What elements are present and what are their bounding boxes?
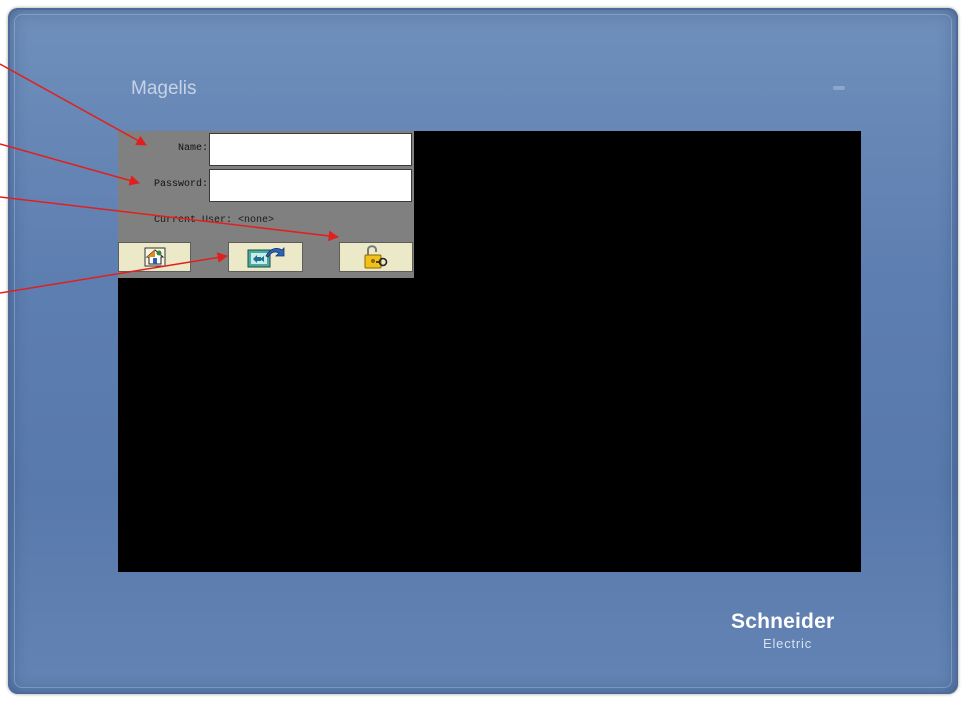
password-label: Password: bbox=[153, 179, 208, 190]
transfer-button[interactable] bbox=[228, 242, 303, 272]
unlock-button[interactable] bbox=[339, 242, 413, 272]
name-label: Name: bbox=[177, 143, 208, 154]
home-button[interactable] bbox=[118, 242, 191, 272]
home-icon bbox=[144, 247, 165, 267]
status-led bbox=[833, 86, 845, 90]
brand-label: Magelis bbox=[131, 78, 197, 99]
login-panel: Name: Password: Current User: <none> bbox=[118, 131, 414, 239]
padlock-key-icon bbox=[364, 245, 388, 269]
schneider-electric-logo: Schneider Electric bbox=[731, 610, 851, 660]
name-field[interactable] bbox=[209, 133, 412, 166]
button-bar bbox=[118, 239, 414, 278]
password-field[interactable] bbox=[209, 169, 412, 202]
current-user-text: Current User: <none> bbox=[154, 215, 275, 226]
hmi-screen: Name: Password: Current User: <none> bbox=[118, 131, 861, 572]
screen-transfer-icon bbox=[247, 247, 284, 268]
logo-text-bottom: Electric bbox=[763, 636, 813, 651]
logo-text-top: Schneider bbox=[731, 610, 835, 633]
